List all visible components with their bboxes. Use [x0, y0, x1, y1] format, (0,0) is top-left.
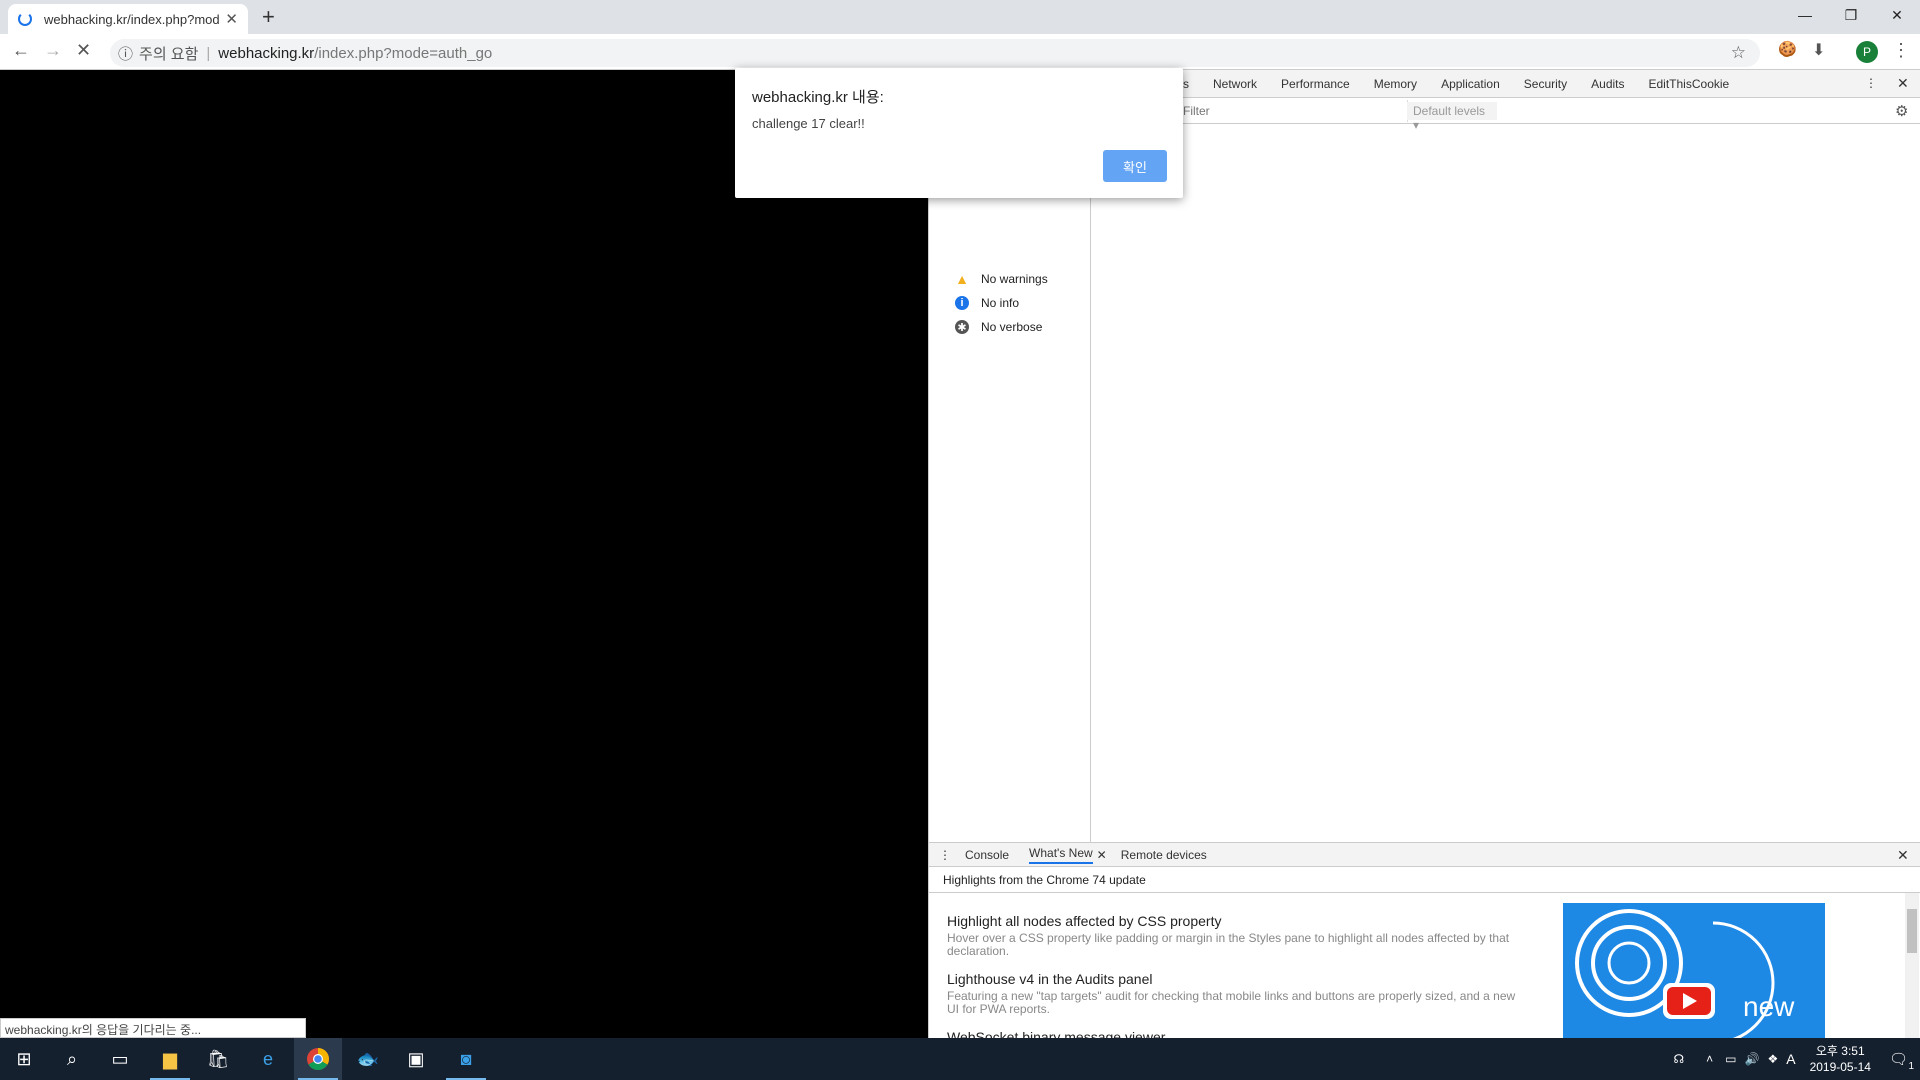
- clock-date: 2019-05-14: [1809, 1060, 1871, 1074]
- devtools-menu-icon[interactable]: ⋮: [1865, 76, 1877, 90]
- back-icon[interactable]: ←: [12, 40, 30, 61]
- minimize-icon[interactable]: —: [1782, 0, 1828, 30]
- ime-indicator[interactable]: A: [1786, 1051, 1795, 1067]
- drawer-tabs: ⋮ Console What's New ✕ Remote devices ✕: [929, 843, 1920, 867]
- task-view-icon[interactable]: ▭: [96, 1038, 144, 1080]
- windows-taskbar: ⊞ ⌕ ▭ ▆ 🛍 e 🐟 ▣ ◙ ☊ ˄ ▭ 🔊 ❖ A 오후 3:51 20…: [0, 1038, 1920, 1080]
- whats-new-item: Highlight all nodes affected by CSS prop…: [947, 913, 1527, 958]
- scrollbar-thumb[interactable]: [1907, 909, 1917, 953]
- profile-avatar[interactable]: P: [1856, 41, 1878, 63]
- search-icon[interactable]: ⌕: [48, 1038, 96, 1080]
- sidebar-item-info[interactable]: i No info: [955, 296, 1019, 310]
- drawer-menu-icon[interactable]: ⋮: [939, 848, 951, 862]
- ok-button[interactable]: 확인: [1103, 150, 1167, 182]
- close-whats-new-icon[interactable]: ✕: [1097, 848, 1107, 862]
- tab-memory[interactable]: Memory: [1374, 77, 1417, 91]
- volume-icon[interactable]: 🔊: [1745, 1052, 1760, 1066]
- close-drawer-icon[interactable]: ✕: [1897, 847, 1909, 864]
- clock-time: 오후 3:51: [1815, 1044, 1865, 1058]
- drawer-scrollbar[interactable]: [1905, 893, 1919, 1039]
- store-icon[interactable]: 🛍: [194, 1038, 242, 1080]
- chrome-logo-icon: [1575, 909, 1775, 1045]
- sidebar-item-label: No warnings: [981, 272, 1048, 286]
- clock[interactable]: 오후 3:51 2019-05-14: [1810, 1043, 1871, 1075]
- loading-spinner-icon: [18, 12, 32, 26]
- log-levels-dropdown[interactable]: Default levels ▾: [1407, 102, 1497, 132]
- tab-application[interactable]: Application: [1441, 77, 1500, 91]
- tab-remote-devices[interactable]: Remote devices: [1121, 848, 1207, 862]
- internet-explorer-icon[interactable]: e: [244, 1038, 292, 1080]
- close-tab-icon[interactable]: ✕: [225, 10, 238, 28]
- notification-center-icon[interactable]: 🗨 1: [1889, 1050, 1914, 1072]
- status-bar: webhacking.kr의 응답을 기다리는 중...: [0, 1018, 306, 1038]
- url-host: webhacking.kr: [218, 44, 315, 62]
- tab-strip: webhacking.kr/index.php?mode ✕ + — ❐ ✕: [0, 0, 1920, 34]
- tab-title: webhacking.kr/index.php?mode: [44, 11, 220, 27]
- sidebar-item-label: No info: [981, 296, 1020, 310]
- stop-loading-icon[interactable]: ✕: [76, 40, 91, 61]
- sidebar-item-warnings[interactable]: ▲ No warnings: [955, 271, 1048, 287]
- editor-icon[interactable]: ◙: [442, 1038, 490, 1080]
- tab-audits[interactable]: Audits: [1591, 77, 1624, 91]
- alert-dialog: webhacking.kr 내용: challenge 17 clear!! 확…: [735, 68, 1183, 198]
- dialog-title: webhacking.kr 내용:: [752, 89, 884, 106]
- restore-icon[interactable]: ❐: [1828, 0, 1874, 30]
- chrome-logo-icon: [307, 1048, 329, 1070]
- item-description: Featuring a new "tap targets" audit for …: [947, 989, 1516, 1016]
- dropbox-icon[interactable]: ❖: [1767, 1052, 1778, 1066]
- sidebar-item-verbose[interactable]: ✱ No verbose: [955, 320, 1042, 334]
- tab-security[interactable]: Security: [1524, 77, 1567, 91]
- page-viewport: [0, 70, 928, 1038]
- bookmark-star-icon[interactable]: ☆: [1731, 43, 1746, 63]
- sidebar-item-label: No verbose: [981, 320, 1043, 334]
- promo-text: new: [1743, 991, 1795, 1022]
- console-sidebar: ▲ No warnings i No info ✱ No verbose: [929, 124, 1091, 912]
- whats-new-subtitle: Highlights from the Chrome 74 update: [929, 867, 1920, 893]
- people-icon[interactable]: ☊: [1673, 1052, 1684, 1066]
- start-windows-icon[interactable]: ⊞: [0, 1038, 48, 1080]
- browser-toolbar: ← → ✕ ⓘ 주의 요함 | webhacking.kr /index.php…: [0, 34, 1920, 70]
- info-icon: i: [955, 296, 969, 310]
- close-window-icon[interactable]: ✕: [1874, 0, 1920, 30]
- item-description: Hover over a CSS property like padding o…: [947, 931, 1510, 958]
- warning-icon: ▲: [955, 271, 969, 287]
- devtools-panel: s Network Performance Memory Application…: [928, 70, 1920, 1053]
- cookie-extension-icon[interactable]: 🍪: [1778, 40, 1797, 58]
- window-controls: — ❐ ✕: [1782, 0, 1920, 30]
- settings-gear-icon[interactable]: ⚙: [1895, 102, 1908, 120]
- download-icon[interactable]: ⬇: [1812, 40, 1825, 60]
- chevron-up-icon[interactable]: ˄: [1706, 1052, 1713, 1066]
- new-tab-button[interactable]: +: [262, 6, 275, 28]
- address-bar[interactable]: ⓘ 주의 요함 | webhacking.kr /index.php?mode=…: [110, 39, 1760, 67]
- system-tray: ☊ ˄ ▭ 🔊 ❖ A 오후 3:51 2019-05-14 🗨 1: [1673, 1038, 1920, 1080]
- security-label: 주의 요함: [139, 45, 199, 63]
- info-circle-icon[interactable]: ⓘ: [118, 43, 133, 64]
- divider: |: [206, 44, 211, 62]
- close-devtools-icon[interactable]: ✕: [1897, 75, 1909, 92]
- bug-icon: ✱: [955, 320, 969, 334]
- tab-editthiscookie[interactable]: EditThisCookie: [1649, 77, 1730, 91]
- forward-icon[interactable]: →: [44, 40, 62, 61]
- devtools-drawer: ⋮ Console What's New ✕ Remote devices ✕ …: [929, 842, 1920, 1053]
- dialog-message: challenge 17 clear!!: [752, 116, 865, 131]
- tab-whats-new[interactable]: What's New: [1029, 846, 1093, 864]
- file-explorer-icon[interactable]: ▆: [146, 1038, 194, 1080]
- whats-new-item: Lighthouse v4 in the Audits panel Featur…: [947, 971, 1527, 1016]
- browser-tab[interactable]: webhacking.kr/index.php?mode ✕: [8, 4, 248, 34]
- tab-performance[interactable]: Performance: [1281, 77, 1350, 91]
- app-icon[interactable]: 🐟: [344, 1038, 392, 1080]
- tab-sources[interactable]: s: [1183, 77, 1189, 91]
- filter-input[interactable]: [1183, 101, 1403, 121]
- chrome-icon[interactable]: [294, 1038, 342, 1080]
- url-path: /index.php?mode=auth_go: [314, 44, 493, 62]
- terminal-icon[interactable]: ▣: [392, 1038, 440, 1080]
- network-icon[interactable]: ▭: [1725, 1052, 1736, 1066]
- chrome-promo-image[interactable]: new: [1563, 903, 1825, 1053]
- tab-network[interactable]: Network: [1213, 77, 1257, 91]
- notification-count: 1: [1908, 1061, 1914, 1072]
- tab-console[interactable]: Console: [965, 848, 1009, 862]
- item-title[interactable]: Lighthouse v4 in the Audits panel: [947, 971, 1527, 987]
- menu-dots-icon[interactable]: ⋮: [1892, 40, 1910, 61]
- item-title[interactable]: Highlight all nodes affected by CSS prop…: [947, 913, 1527, 929]
